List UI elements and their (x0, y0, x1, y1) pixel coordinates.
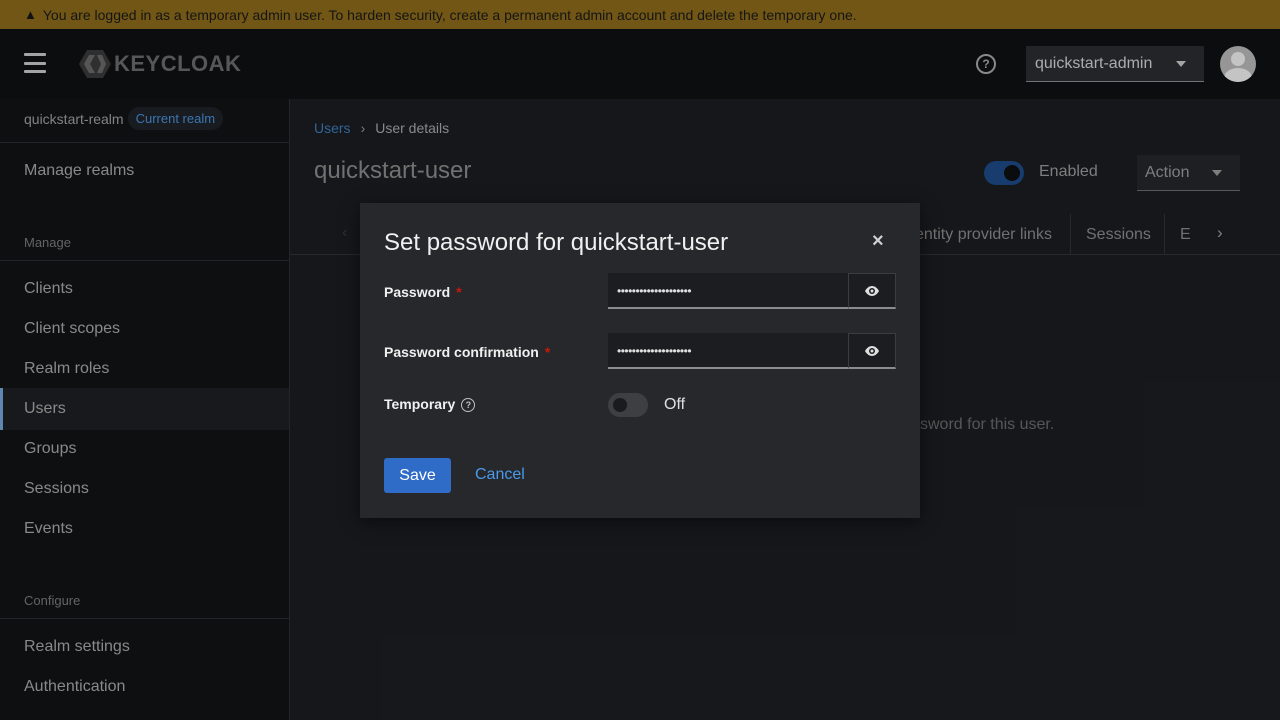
temporary-label: Temporary? (384, 396, 476, 413)
required-asterisk: * (456, 284, 462, 300)
close-icon[interactable]: × (872, 231, 888, 251)
modal-title: Set password for quickstart-user (384, 229, 729, 256)
required-asterisk: * (544, 344, 551, 360)
eye-icon (865, 285, 879, 296)
eye-icon (865, 345, 879, 356)
temporary-toggle[interactable] (608, 393, 648, 417)
show-confirmation-button[interactable] (848, 333, 896, 369)
password-confirmation-label: Password confirmation * (384, 344, 551, 360)
temporary-state-label: Off (664, 396, 686, 413)
show-password-button[interactable] (848, 273, 896, 309)
set-password-modal: Set password for quickstart-user × Passw… (360, 203, 920, 518)
help-icon[interactable]: ? (461, 398, 476, 413)
password-label: Password * (384, 284, 462, 300)
save-button[interactable]: Save (384, 458, 451, 493)
password-field[interactable]: •••••••••••••••••••• (608, 273, 848, 309)
password-confirmation-field[interactable]: •••••••••••••••••••• (608, 333, 848, 369)
cancel-button[interactable]: Cancel (475, 466, 525, 484)
